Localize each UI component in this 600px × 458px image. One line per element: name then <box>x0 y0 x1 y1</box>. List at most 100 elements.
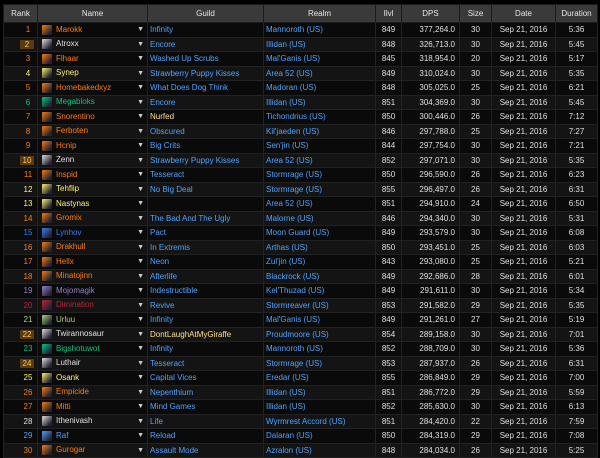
realm-link[interactable]: Mannoroth (US) <box>263 341 376 357</box>
player-name[interactable]: Hellx <box>56 257 74 266</box>
header-duration[interactable]: Duration <box>555 4 598 23</box>
player-name-cell[interactable]: Mojomagik ▼ <box>37 283 148 299</box>
realm-link[interactable]: Illidan (US) <box>263 399 376 415</box>
player-name[interactable]: Empicide <box>56 387 89 396</box>
player-name-cell[interactable]: Raf ▼ <box>37 428 148 444</box>
realm-link[interactable]: Area 52 (US) <box>263 65 376 81</box>
player-name[interactable]: Mojomagik <box>56 286 95 295</box>
realm-link[interactable]: Stormrage (US) <box>263 167 376 183</box>
realm-link[interactable]: Eredar (US) <box>263 370 376 386</box>
player-name[interactable]: Urluu <box>56 315 75 324</box>
chevron-down-icon[interactable]: ▼ <box>137 313 144 326</box>
player-name-cell[interactable]: Hcnip ▼ <box>37 138 148 154</box>
guild-link[interactable]: Washed Up Scrubs <box>147 51 264 67</box>
player-name[interactable]: Tehflip <box>56 184 79 193</box>
player-name[interactable]: Dimination <box>56 300 94 309</box>
player-name-cell[interactable]: Hellx ▼ <box>37 254 148 270</box>
chevron-down-icon[interactable]: ▼ <box>137 81 144 94</box>
guild-link[interactable]: Strawberry Puppy Kisses <box>147 65 264 81</box>
realm-link[interactable]: Kel'Thuzad (US) <box>263 283 376 299</box>
chevron-down-icon[interactable]: ▼ <box>137 400 144 413</box>
player-name[interactable]: Mitti <box>56 402 71 411</box>
chevron-down-icon[interactable]: ▼ <box>137 110 144 123</box>
realm-link[interactable]: Wyrmrest Accord (US) <box>263 413 376 429</box>
player-name[interactable]: Minatojinn <box>56 271 92 280</box>
guild-link[interactable]: Revive <box>147 297 264 313</box>
guild-link[interactable]: Reload <box>147 428 264 444</box>
player-name-cell[interactable]: Synep ▼ <box>37 65 148 81</box>
player-name-cell[interactable]: Mitti ▼ <box>37 399 148 415</box>
player-name-cell[interactable]: Inspid ▼ <box>37 167 148 183</box>
guild-link[interactable]: Infinity <box>147 22 264 38</box>
realm-link[interactable]: Illidan (US) <box>263 94 376 110</box>
guild-link[interactable] <box>147 196 264 212</box>
header-size[interactable]: Size <box>459 4 492 23</box>
guild-link[interactable]: Infinity <box>147 312 264 328</box>
chevron-down-icon[interactable]: ▼ <box>137 168 144 181</box>
chevron-down-icon[interactable]: ▼ <box>137 125 144 138</box>
player-name[interactable]: Flhaar <box>56 54 79 63</box>
player-name-cell[interactable]: Atroxx ▼ <box>37 36 148 52</box>
realm-link[interactable]: Stormrage (US) <box>263 181 376 197</box>
realm-link[interactable]: Illidan (US) <box>263 36 376 52</box>
realm-link[interactable]: Stormrage (US) <box>263 355 376 371</box>
realm-link[interactable]: Blackrock (US) <box>263 268 376 284</box>
realm-link[interactable]: Kil'jaeden (US) <box>263 123 376 139</box>
header-realm[interactable]: Realm <box>263 4 376 23</box>
player-name-cell[interactable]: Luthair ▼ <box>37 355 148 371</box>
realm-link[interactable]: Mal'Ganis (US) <box>263 51 376 67</box>
player-name[interactable]: Homebakedxyz <box>56 83 111 92</box>
realm-link[interactable]: Arthas (US) <box>263 239 376 255</box>
realm-link[interactable]: Dalaran (US) <box>263 428 376 444</box>
player-name-cell[interactable]: Dimination ▼ <box>37 297 148 313</box>
player-name-cell[interactable]: Flhaar ▼ <box>37 51 148 67</box>
player-name-cell[interactable]: Tehflip ▼ <box>37 181 148 197</box>
guild-link[interactable]: Big Crits <box>147 138 264 154</box>
realm-link[interactable]: Area 52 (US) <box>263 196 376 212</box>
realm-link[interactable]: Tichondrius (US) <box>263 109 376 125</box>
player-name[interactable]: Gurogar <box>56 445 85 454</box>
player-name[interactable]: Marokk <box>56 25 82 34</box>
guild-link[interactable]: Encore <box>147 94 264 110</box>
chevron-down-icon[interactable]: ▼ <box>137 270 144 283</box>
guild-link[interactable]: No Big Deal <box>147 181 264 197</box>
header-rank[interactable]: Rank <box>3 4 38 23</box>
player-name[interactable]: Nastynas <box>56 199 89 208</box>
chevron-down-icon[interactable]: ▼ <box>137 415 144 428</box>
guild-link[interactable]: Tesseract <box>147 167 264 183</box>
chevron-down-icon[interactable]: ▼ <box>137 299 144 312</box>
player-name[interactable]: Atroxx <box>56 39 79 48</box>
player-name-cell[interactable]: Megabloks ▼ <box>37 94 148 110</box>
header-guild[interactable]: Guild <box>147 4 264 23</box>
guild-link[interactable]: Indestructible <box>147 283 264 299</box>
player-name-cell[interactable]: Lynhov ▼ <box>37 225 148 241</box>
chevron-down-icon[interactable]: ▼ <box>137 52 144 65</box>
realm-link[interactable]: Area 52 (US) <box>263 152 376 168</box>
player-name-cell[interactable]: Marokk ▼ <box>37 22 148 38</box>
realm-link[interactable]: Illidan (US) <box>263 384 376 400</box>
chevron-down-icon[interactable]: ▼ <box>137 328 144 341</box>
chevron-down-icon[interactable]: ▼ <box>137 255 144 268</box>
player-name-cell[interactable]: Ferboten ▼ <box>37 123 148 139</box>
realm-link[interactable]: Stormreaver (US) <box>263 297 376 313</box>
realm-link[interactable]: Mal'Ganis (US) <box>263 312 376 328</box>
chevron-down-icon[interactable]: ▼ <box>137 154 144 167</box>
player-name[interactable]: Lynhov <box>56 228 82 237</box>
guild-link[interactable]: Pact <box>147 225 264 241</box>
chevron-down-icon[interactable]: ▼ <box>137 429 144 442</box>
realm-link[interactable]: Madoran (US) <box>263 80 376 96</box>
player-name[interactable]: Raf <box>56 431 68 440</box>
player-name[interactable]: Zenn <box>56 155 74 164</box>
guild-link[interactable]: Neon <box>147 254 264 270</box>
player-name-cell[interactable]: Bigshotuwot ▼ <box>37 341 148 357</box>
player-name[interactable]: Megabloks <box>56 97 95 106</box>
chevron-down-icon[interactable]: ▼ <box>137 197 144 210</box>
player-name-cell[interactable]: Osank ▼ <box>37 370 148 386</box>
guild-link[interactable]: Encore <box>147 36 264 52</box>
chevron-down-icon[interactable]: ▼ <box>137 67 144 80</box>
player-name[interactable]: Luthair <box>56 358 80 367</box>
chevron-down-icon[interactable]: ▼ <box>137 241 144 254</box>
chevron-down-icon[interactable]: ▼ <box>137 284 144 297</box>
player-name[interactable]: Drakhull <box>56 242 85 251</box>
realm-link[interactable]: Proudmoore (US) <box>263 326 376 342</box>
